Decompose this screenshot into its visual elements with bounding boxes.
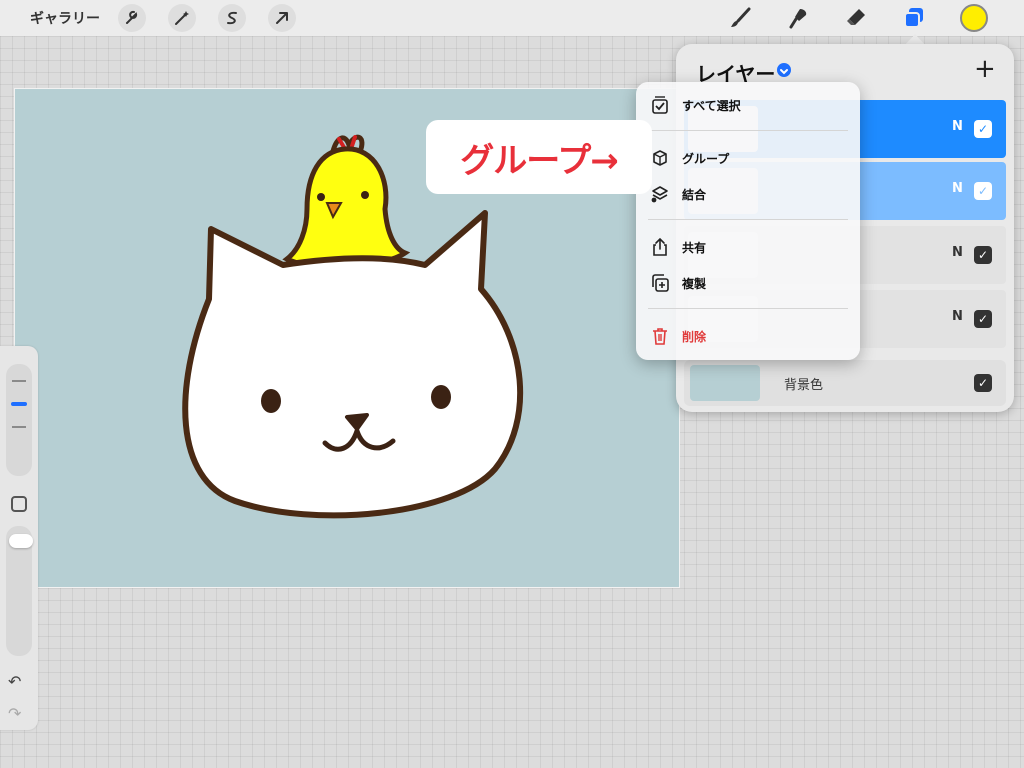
group-icon: [653, 150, 667, 166]
menu-item-share[interactable]: 共有: [636, 232, 860, 262]
duplicate-icon: [652, 274, 669, 292]
magic-wand-icon[interactable]: [168, 4, 196, 32]
slider-mark: [12, 426, 26, 428]
top-toolbar: ギャラリー: [0, 0, 1024, 36]
visibility-checkbox[interactable]: ✓: [974, 310, 992, 328]
share-icon: [653, 237, 667, 256]
transform-arrow-icon[interactable]: [268, 4, 296, 32]
menu-item-select-all[interactable]: すべて選択: [636, 90, 860, 120]
menu-item-label: 結合: [682, 188, 707, 202]
menu-separator: [648, 130, 848, 131]
background-color-row[interactable]: 背景色 ✓: [684, 360, 1006, 406]
select-all-icon: [652, 96, 668, 114]
wrench-icon[interactable]: [118, 4, 146, 32]
smudge-icon[interactable]: [784, 4, 812, 32]
brush-size-slider[interactable]: [6, 364, 32, 476]
menu-item-label: グループ: [682, 152, 730, 166]
blend-mode-label[interactable]: N: [952, 181, 963, 196]
menu-separator: [648, 308, 848, 309]
trash-icon: [653, 328, 667, 345]
menu-item-delete[interactable]: 削除: [636, 321, 860, 351]
menu-item-combine[interactable]: 結合: [636, 179, 860, 209]
brush-icon[interactable]: [726, 4, 754, 32]
combine-icon: [651, 186, 668, 203]
menu-item-group[interactable]: グループ: [636, 143, 860, 173]
gallery-button[interactable]: ギャラリー: [30, 8, 100, 28]
plus-icon[interactable]: +: [974, 54, 996, 84]
menu-item-label: すべて選択: [682, 99, 741, 113]
eraser-icon[interactable]: [842, 4, 870, 32]
blend-mode-label[interactable]: N: [952, 309, 963, 324]
modify-button[interactable]: [11, 496, 27, 512]
opacity-thumb[interactable]: [9, 534, 33, 548]
menu-item-duplicate[interactable]: 複製: [636, 268, 860, 298]
blend-mode-label[interactable]: N: [952, 245, 963, 260]
menu-item-label: 複製: [682, 277, 707, 291]
undo-icon[interactable]: ↶: [8, 672, 21, 691]
menu-separator: [648, 219, 848, 220]
left-sidebar: ↶ ↷: [0, 346, 38, 730]
visibility-checkbox[interactable]: ✓: [974, 374, 992, 392]
layer-context-menu: すべて選択 グループ 結合 共有 複製 削除: [636, 82, 860, 360]
redo-icon[interactable]: ↷: [8, 704, 21, 723]
menu-item-label: 共有: [682, 241, 707, 255]
slider-mark: [12, 380, 26, 382]
annotation-text: グループ→: [460, 140, 618, 181]
color-picker-button[interactable]: [960, 4, 988, 32]
background-color-label: 背景色: [784, 378, 824, 393]
menu-item-label: 削除: [682, 330, 707, 344]
brush-size-thumb[interactable]: [11, 402, 27, 406]
annotation-callout: グループ→: [426, 120, 652, 194]
visibility-checkbox[interactable]: ✓: [974, 182, 992, 200]
visibility-checkbox[interactable]: ✓: [974, 246, 992, 264]
blend-mode-label[interactable]: N: [952, 119, 963, 134]
chevron-down-icon[interactable]: [777, 63, 791, 77]
layers-icon[interactable]: [900, 4, 928, 32]
selection-icon[interactable]: [218, 4, 246, 32]
opacity-slider[interactable]: [6, 526, 33, 656]
visibility-checkbox[interactable]: ✓: [974, 120, 992, 138]
background-color-swatch[interactable]: [690, 365, 760, 401]
